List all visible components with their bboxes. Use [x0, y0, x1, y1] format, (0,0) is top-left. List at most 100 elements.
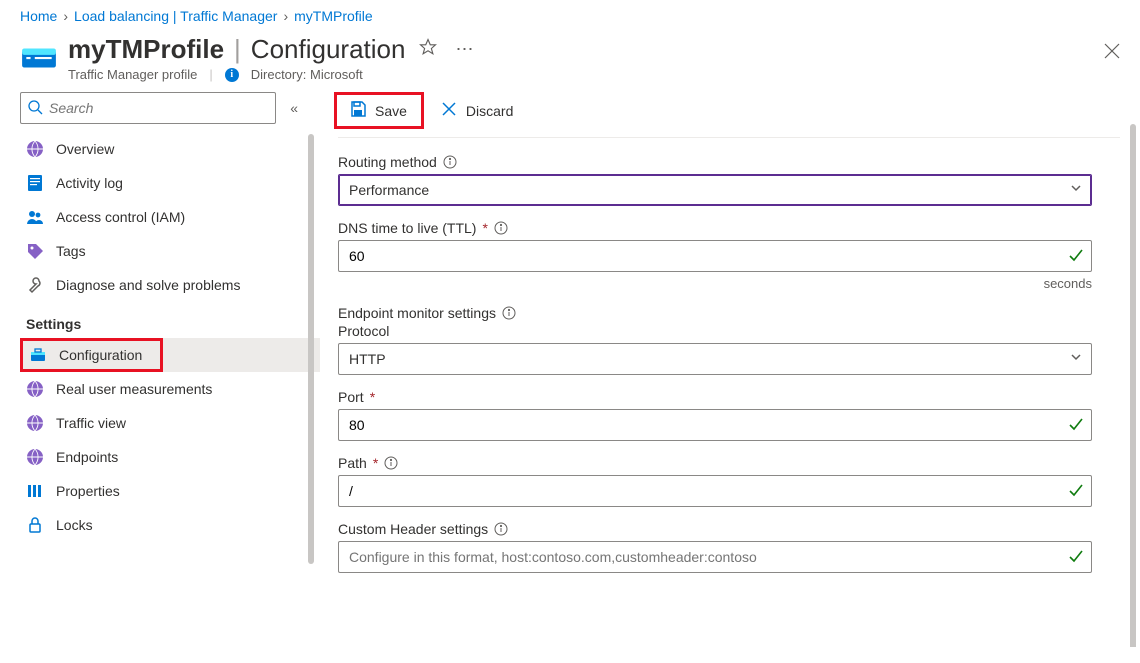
sidebar-section-settings: Settings [20, 302, 320, 338]
globe-icon [26, 414, 44, 432]
info-icon: i [225, 68, 239, 82]
chevron-down-icon [1070, 182, 1082, 197]
breadcrumb-home[interactable]: Home [20, 8, 57, 24]
sidebar-item-diagnose[interactable]: Diagnose and solve problems [20, 268, 320, 302]
routing-method-label: Routing method [338, 154, 437, 170]
ttl-suffix: seconds [338, 276, 1092, 291]
routing-method-select[interactable]: Performance [338, 174, 1092, 206]
endpoint-monitor-label: Endpoint monitor settings [338, 305, 496, 321]
sidebar-item-properties[interactable]: Properties [20, 474, 320, 508]
sidebar-item-access-control[interactable]: Access control (IAM) [20, 200, 320, 234]
sidebar-item-activity-log[interactable]: Activity log [20, 166, 320, 200]
info-icon[interactable] [494, 522, 508, 536]
protocol-label: Protocol [338, 323, 389, 339]
sidebar-item-label: Locks [56, 517, 93, 533]
sidebar-item-label: Overview [56, 141, 114, 157]
field-path: Path * [338, 455, 1092, 507]
more-button[interactable]: ⋯ [451, 35, 477, 64]
page-section-title: Configuration [251, 34, 406, 65]
check-icon [1068, 247, 1084, 266]
toolbar: Save Discard [338, 84, 1120, 138]
path-label: Path [338, 455, 367, 471]
field-port: Port * [338, 389, 1092, 441]
sidebar-item-endpoints[interactable]: Endpoints [20, 440, 320, 474]
globe-icon [26, 140, 44, 158]
field-ttl: DNS time to live (TTL) * seconds [338, 220, 1092, 291]
sidebar-item-label: Properties [56, 483, 120, 499]
chevron-down-icon [1070, 351, 1082, 366]
globe-icon [26, 448, 44, 466]
discard-icon [440, 100, 458, 121]
breadcrumb-load-balancing[interactable]: Load balancing | Traffic Manager [74, 8, 277, 24]
close-button[interactable] [1104, 42, 1120, 65]
sidebar-item-overview[interactable]: Overview [20, 132, 320, 166]
info-icon[interactable] [502, 306, 516, 320]
traffic-manager-icon [20, 38, 58, 76]
port-input[interactable] [338, 409, 1092, 441]
title-separator: | [234, 34, 241, 65]
collapse-sidebar-button[interactable]: « [286, 96, 302, 120]
info-icon[interactable] [443, 155, 457, 169]
custom-header-label: Custom Header settings [338, 521, 488, 537]
section-endpoint-monitor: Endpoint monitor settings Protocol HTTP [338, 305, 1092, 375]
search-icon [27, 99, 43, 118]
globe-icon [26, 380, 44, 398]
sidebar-item-locks[interactable]: Locks [20, 508, 320, 542]
sidebar-item-label: Real user measurements [56, 381, 212, 397]
people-icon [26, 208, 44, 226]
check-icon [1068, 548, 1084, 567]
discard-label: Discard [466, 103, 513, 119]
path-input[interactable] [338, 475, 1092, 507]
sidebar-item-real-user-measurements[interactable]: Real user measurements [20, 372, 320, 406]
breadcrumb-profile[interactable]: myTMProfile [294, 8, 373, 24]
sidebar-search [20, 92, 276, 124]
sidebar-item-traffic-view[interactable]: Traffic view [20, 406, 320, 440]
directory-label: Directory: Microsoft [251, 67, 363, 82]
check-icon [1068, 482, 1084, 501]
port-label: Port [338, 389, 364, 405]
info-icon[interactable] [494, 221, 508, 235]
page-header: myTMProfile | Configuration ⋯ Traffic Ma… [0, 24, 1140, 84]
sidebar-item-label: Activity log [56, 175, 123, 191]
chevron-right-icon: › [63, 8, 68, 24]
chevron-right-icon: › [283, 8, 288, 24]
required-indicator: * [370, 389, 375, 405]
wrench-icon [26, 276, 44, 294]
sidebar-item-label: Tags [56, 243, 86, 259]
required-indicator: * [373, 455, 378, 471]
sidebar: « Overview Activity log Access control (… [0, 84, 320, 647]
main-content: Save Discard Routing method Performance [320, 84, 1140, 647]
sidebar-item-label: Traffic view [56, 415, 126, 431]
main-scrollbar[interactable] [1130, 124, 1136, 647]
check-icon [1068, 416, 1084, 435]
field-custom-header: Custom Header settings [338, 521, 1092, 573]
breadcrumb: Home › Load balancing | Traffic Manager … [0, 0, 1140, 24]
save-icon [349, 100, 367, 121]
resource-type-label: Traffic Manager profile [68, 67, 197, 82]
discard-button[interactable]: Discard [434, 98, 519, 123]
properties-icon [26, 482, 44, 500]
sidebar-item-tags[interactable]: Tags [20, 234, 320, 268]
page-title: myTMProfile [68, 34, 224, 65]
info-icon[interactable] [384, 456, 398, 470]
sidebar-item-label: Access control (IAM) [56, 209, 185, 225]
sidebar-item-configuration[interactable]: Configuration [20, 338, 320, 372]
save-button[interactable]: Save [343, 98, 413, 123]
tag-icon [26, 242, 44, 260]
field-routing-method: Routing method Performance [338, 154, 1092, 206]
ttl-label: DNS time to live (TTL) [338, 220, 476, 236]
sidebar-item-label: Diagnose and solve problems [56, 277, 240, 293]
sidebar-item-label: Endpoints [56, 449, 118, 465]
save-label: Save [375, 103, 407, 119]
ttl-input[interactable] [338, 240, 1092, 272]
favorite-button[interactable] [415, 34, 441, 65]
protocol-select[interactable]: HTTP [338, 343, 1092, 375]
log-icon [26, 174, 44, 192]
lock-icon [26, 516, 44, 534]
custom-header-input[interactable] [338, 541, 1092, 573]
search-input[interactable] [20, 92, 276, 124]
sidebar-scrollbar[interactable] [308, 134, 314, 564]
protocol-value: HTTP [349, 351, 386, 367]
routing-method-value: Performance [349, 182, 429, 198]
toolbox-icon [29, 346, 47, 364]
